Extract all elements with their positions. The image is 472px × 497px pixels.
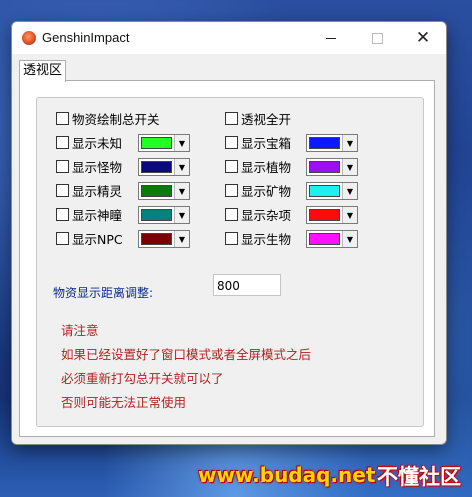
show-spirit[interactable]: 显示精灵 (56, 181, 122, 200)
checkbox[interactable] (56, 184, 69, 197)
checkbox[interactable] (56, 160, 69, 173)
show-misc-label: 显示杂项 (241, 208, 292, 223)
chevron-down-icon: ▼ (174, 135, 189, 151)
chevron-down-icon: ▼ (174, 159, 189, 175)
chevron-down-icon: ▼ (174, 183, 189, 199)
checkbox[interactable] (56, 136, 69, 149)
show-mineral[interactable]: 显示矿物 (225, 181, 291, 200)
color-select-creature[interactable]: ▼ (306, 230, 358, 248)
checkbox[interactable] (225, 184, 238, 197)
chevron-down-icon: ▼ (342, 183, 357, 199)
note-line: 否则可能无法正常使用 (61, 395, 187, 410)
show-npc[interactable]: 显示NPC (56, 229, 123, 248)
minimize-button[interactable] (308, 22, 354, 54)
window-title: GenshinImpact (42, 30, 130, 45)
distance-label: 物资显示距离调整: (53, 286, 154, 300)
note-line: 请注意 (61, 323, 99, 338)
master-toggle-label: 物资绘制总开关 (72, 112, 160, 127)
color-select-monster[interactable]: ▼ (138, 158, 190, 176)
minimize-icon (326, 37, 336, 39)
show-unknown-label: 显示未知 (72, 136, 123, 151)
color-swatch (309, 161, 340, 173)
show-npc-label: 显示NPC (72, 232, 123, 247)
color-swatch (141, 185, 172, 197)
checkbox[interactable] (56, 208, 69, 221)
color-swatch (309, 185, 340, 197)
color-select-misc[interactable]: ▼ (306, 206, 358, 224)
settings-group: 物资绘制总开关 透视全开 显示未知 ▼ 显示怪物 ▼ 显示精灵 ▼ 显示神瞳 ▼… (36, 97, 424, 427)
note-line: 如果已经设置好了窗口模式或者全屏模式之后 (61, 347, 312, 362)
color-select-oculus[interactable]: ▼ (138, 206, 190, 224)
color-select-spirit[interactable]: ▼ (138, 182, 190, 200)
color-swatch (309, 209, 340, 221)
show-chest[interactable]: 显示宝箱 (225, 133, 291, 152)
checkbox[interactable] (56, 112, 69, 125)
show-creature-label: 显示生物 (241, 232, 292, 247)
checkbox[interactable] (225, 232, 238, 245)
maximize-icon (371, 32, 383, 44)
color-select-npc[interactable]: ▼ (138, 230, 190, 248)
show-plant-label: 显示植物 (241, 160, 292, 175)
app-icon (22, 31, 36, 45)
show-plant[interactable]: 显示植物 (225, 157, 291, 176)
tab-panel: 物资绘制总开关 透视全开 显示未知 ▼ 显示怪物 ▼ 显示精灵 ▼ 显示神瞳 ▼… (19, 80, 435, 437)
app-window: GenshinImpact ✕ 透视区 物资绘制总开关 透视全开 显示未知 ▼ … (11, 21, 447, 445)
fullview-toggle-label: 透视全开 (241, 112, 292, 127)
chevron-down-icon: ▼ (174, 207, 189, 223)
show-monster-label: 显示怪物 (72, 160, 123, 175)
color-select-plant[interactable]: ▼ (306, 158, 358, 176)
show-chest-label: 显示宝箱 (241, 136, 292, 151)
checkbox[interactable] (225, 136, 238, 149)
show-mineral-label: 显示矿物 (241, 184, 292, 199)
color-swatch (309, 233, 340, 245)
show-oculus-label: 显示神瞳 (72, 208, 123, 223)
checkbox[interactable] (225, 208, 238, 221)
fullview-toggle[interactable]: 透视全开 (225, 109, 291, 128)
checkbox[interactable] (56, 232, 69, 245)
watermark-brand: 不懂社区 (377, 465, 461, 489)
note-line: 必须重新打勾总开关就可以了 (61, 371, 224, 386)
checkbox[interactable] (225, 160, 238, 173)
maximize-button[interactable] (354, 22, 400, 54)
master-toggle[interactable]: 物资绘制总开关 (56, 109, 160, 128)
show-unknown[interactable]: 显示未知 (56, 133, 122, 152)
show-spirit-label: 显示精灵 (72, 184, 123, 199)
show-misc[interactable]: 显示杂项 (225, 205, 291, 224)
color-select-chest[interactable]: ▼ (306, 134, 358, 152)
show-creature[interactable]: 显示生物 (225, 229, 291, 248)
tab-esp[interactable]: 透视区 (19, 60, 66, 82)
close-button[interactable]: ✕ (400, 22, 446, 54)
color-swatch (141, 137, 172, 149)
checkbox[interactable] (225, 112, 238, 125)
chevron-down-icon: ▼ (342, 159, 357, 175)
color-select-unknown[interactable]: ▼ (138, 134, 190, 152)
color-swatch (141, 209, 172, 221)
color-select-mineral[interactable]: ▼ (306, 182, 358, 200)
show-monster[interactable]: 显示怪物 (56, 157, 122, 176)
chevron-down-icon: ▼ (342, 207, 357, 223)
color-swatch (309, 137, 340, 149)
color-swatch (141, 233, 172, 245)
close-icon: ✕ (415, 27, 431, 48)
watermark-url: www.budaq.net (198, 463, 376, 487)
show-oculus[interactable]: 显示神瞳 (56, 205, 122, 224)
chevron-down-icon: ▼ (174, 231, 189, 247)
chevron-down-icon: ▼ (342, 231, 357, 247)
chevron-down-icon: ▼ (342, 135, 357, 151)
title-bar[interactable]: GenshinImpact ✕ (12, 22, 446, 54)
distance-input[interactable]: 800 (213, 274, 281, 296)
color-swatch (141, 161, 172, 173)
client-area: 透视区 物资绘制总开关 透视全开 显示未知 ▼ 显示怪物 ▼ 显示精灵 ▼ 显示… (12, 54, 446, 444)
